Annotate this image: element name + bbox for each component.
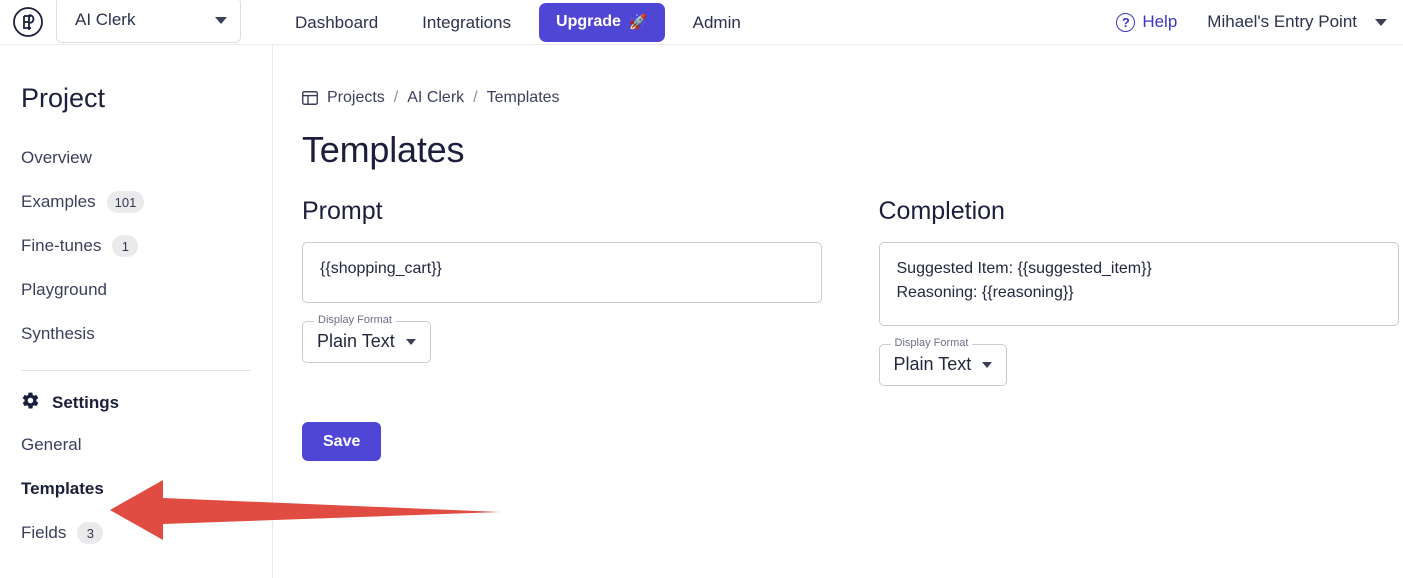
sidebar-item-label: Templates bbox=[21, 479, 104, 498]
sidebar-settings-label: Settings bbox=[52, 393, 120, 412]
main-content: Projects / AI Clerk / Templates Template… bbox=[273, 45, 1403, 578]
account-name: Mihael's Entry Point bbox=[1207, 12, 1357, 31]
sidebar-item-overview[interactable]: Overview bbox=[0, 136, 272, 180]
chevron-down-icon bbox=[982, 361, 993, 368]
sidebar-item-label: General bbox=[21, 435, 82, 454]
nav-link-dashboard[interactable]: Dashboard bbox=[273, 0, 400, 45]
upgrade-button-label: Upgrade bbox=[556, 13, 621, 30]
sidebar: Project Overview Examples 101 Fine-tunes… bbox=[0, 45, 273, 578]
sidebar-item-general[interactable]: General bbox=[0, 423, 272, 467]
prompt-section: Prompt {{shopping_cart}} Display Format … bbox=[302, 197, 827, 386]
top-navigation-bar: AI Clerk Dashboard Integrations Upgrade … bbox=[0, 0, 1403, 45]
header-right-zone: ? Help Mihael's Entry Point bbox=[1116, 12, 1403, 32]
completion-display-format-value: Plain Text bbox=[893, 354, 972, 374]
chevron-down-icon bbox=[215, 16, 227, 24]
help-link[interactable]: ? Help bbox=[1116, 12, 1177, 32]
sidebar-title: Project bbox=[21, 83, 106, 113]
nav-link-admin[interactable]: Admin bbox=[671, 0, 763, 45]
upgrade-button[interactable]: Upgrade 🚀 bbox=[539, 2, 665, 42]
completion-line-2: Reasoning: {{reasoning}} bbox=[896, 284, 1074, 301]
rocket-icon: 🚀 bbox=[628, 14, 648, 31]
breadcrumb-separator: / bbox=[393, 89, 399, 106]
breadcrumb-item-projects[interactable]: Projects bbox=[327, 89, 385, 107]
sidebar-item-playground[interactable]: Playground bbox=[0, 268, 272, 312]
breadcrumb: Projects / AI Clerk / Templates bbox=[273, 45, 1403, 107]
sidebar-item-examples[interactable]: Examples 101 bbox=[0, 180, 272, 224]
prompt-input[interactable]: {{shopping_cart}} bbox=[302, 242, 822, 303]
account-menu[interactable]: Mihael's Entry Point bbox=[1207, 12, 1387, 32]
sidebar-item-fine-tunes[interactable]: Fine-tunes 1 bbox=[0, 224, 272, 268]
sidebar-item-label: Fields bbox=[21, 523, 67, 542]
completion-heading: Completion bbox=[878, 197, 1005, 225]
breadcrumb-item-ai-clerk[interactable]: AI Clerk bbox=[407, 89, 464, 107]
projects-grid-icon bbox=[302, 91, 318, 105]
completion-display-format-label: Display Format bbox=[890, 337, 973, 349]
prompt-display-format-select[interactable]: Display Format Plain Text bbox=[302, 314, 431, 363]
chevron-down-icon bbox=[405, 338, 416, 345]
completion-section: Completion Suggested Item: {{suggested_i… bbox=[878, 197, 1403, 386]
prompt-display-format-label: Display Format bbox=[314, 314, 396, 326]
help-label: Help bbox=[1142, 12, 1178, 31]
project-selector-value: AI Clerk bbox=[75, 10, 136, 29]
gear-icon bbox=[21, 391, 40, 415]
sidebar-settings-heading: Settings bbox=[0, 383, 272, 423]
sidebar-divider bbox=[21, 370, 251, 371]
sidebar-item-label: Synthesis bbox=[21, 324, 95, 343]
breadcrumb-item-templates: Templates bbox=[486, 89, 560, 106]
templates-columns: Prompt {{shopping_cart}} Display Format … bbox=[273, 171, 1403, 386]
main-nav: Dashboard Integrations Upgrade 🚀 Admin bbox=[273, 0, 763, 45]
completion-display-format-select[interactable]: Display Format Plain Text bbox=[878, 337, 1008, 386]
sidebar-item-synthesis[interactable]: Synthesis bbox=[0, 312, 272, 356]
sidebar-item-badge: 3 bbox=[77, 522, 104, 544]
help-circle-icon: ? bbox=[1116, 12, 1136, 32]
prompt-display-format-value: Plain Text bbox=[317, 331, 395, 351]
prompt-heading: Prompt bbox=[302, 197, 383, 225]
ep-logo-icon[interactable] bbox=[11, 5, 45, 39]
sidebar-item-label: Fine-tunes bbox=[21, 236, 102, 255]
sidebar-item-label: Overview bbox=[21, 148, 92, 167]
chevron-down-icon bbox=[1375, 18, 1387, 26]
nav-link-integrations[interactable]: Integrations bbox=[400, 0, 533, 45]
breadcrumb-separator: / bbox=[473, 89, 478, 106]
project-selector[interactable]: AI Clerk bbox=[56, 0, 241, 43]
sidebar-item-templates[interactable]: Templates bbox=[0, 467, 272, 511]
save-button[interactable]: Save bbox=[302, 422, 382, 461]
completion-input[interactable]: Suggested Item: {{suggested_item}} Reaso… bbox=[878, 242, 1399, 326]
page-title: Templates bbox=[302, 129, 465, 170]
sidebar-item-fields[interactable]: Fields 3 bbox=[0, 511, 272, 555]
app-root: AI Clerk Dashboard Integrations Upgrade … bbox=[0, 0, 1403, 578]
sidebar-item-label: Playground bbox=[21, 280, 108, 299]
sidebar-item-label: Examples bbox=[21, 192, 96, 211]
completion-line-1: Suggested Item: {{suggested_item}} bbox=[896, 260, 1152, 277]
sidebar-item-badge: 101 bbox=[106, 191, 145, 213]
sidebar-item-badge: 1 bbox=[112, 235, 139, 257]
